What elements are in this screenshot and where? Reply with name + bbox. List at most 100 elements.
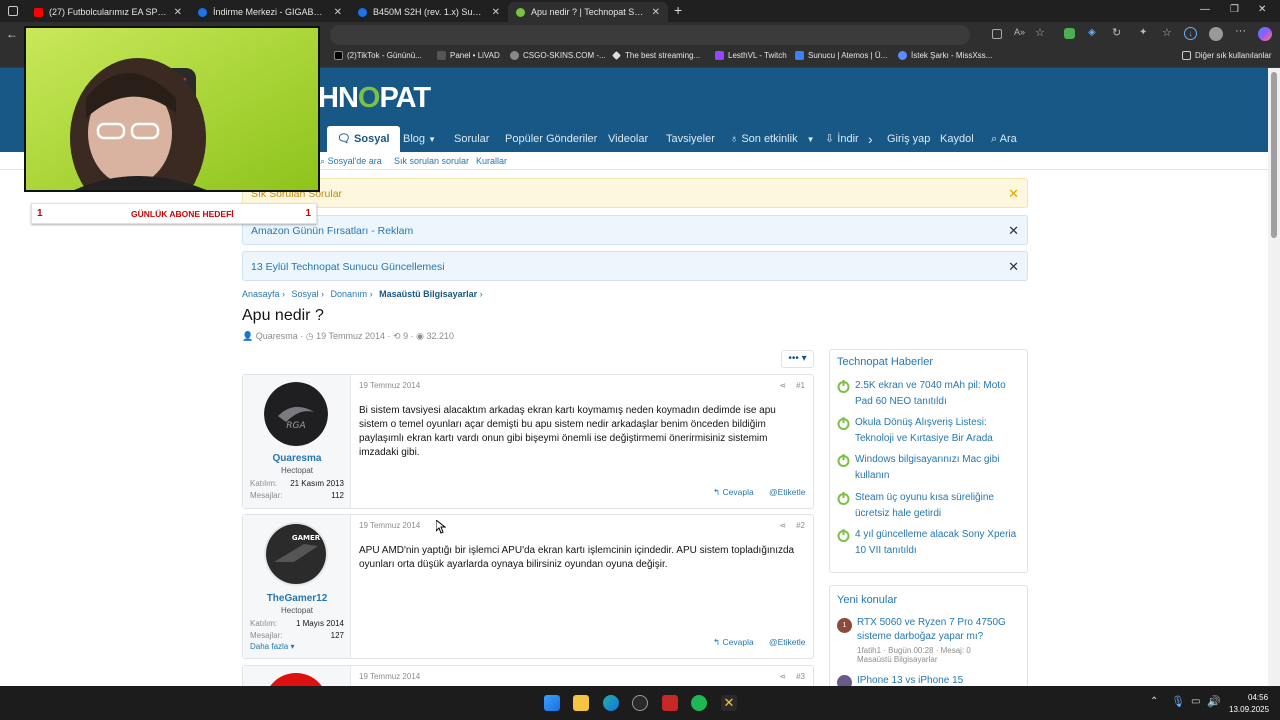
nav-tab-blog[interactable]: Blog ▼	[403, 126, 436, 152]
share-icon[interactable]: ⋖	[779, 381, 786, 390]
breadcrumb-link[interactable]: Sosyal	[292, 289, 319, 299]
url-field[interactable]	[330, 25, 970, 45]
spotify-icon[interactable]	[691, 695, 707, 711]
read-aloud-icon[interactable]: A»	[1014, 27, 1025, 37]
clock-date[interactable]: 13.09.2025	[1229, 705, 1269, 714]
show-more-link[interactable]: Daha fazla ▾	[250, 642, 295, 651]
refresh-icon[interactable]: ↻	[1112, 26, 1121, 39]
login-link[interactable]: Giriş yap	[887, 126, 930, 152]
bookmark-item[interactable]: CSGO-SKINS.COM -...	[510, 51, 606, 60]
bookmark-item[interactable]: Sunucu | Atemos | Ü...	[795, 51, 887, 60]
news-item[interactable]: Windows bilgisayarınızı Mac gibi kullanı…	[837, 452, 1022, 484]
post-date[interactable]: 19 Temmuz 2014	[359, 521, 420, 530]
close-tab-icon[interactable]: ✕	[174, 7, 182, 18]
notice-server-update[interactable]: 13 Eylül Technopat Sunucu Güncellemesi ✕	[242, 251, 1028, 281]
xbox-icon[interactable]: ✕	[721, 695, 737, 711]
subnav-faq-link[interactable]: Sık sorulan sorular	[394, 156, 469, 166]
post-number[interactable]: ⋖ #1	[779, 381, 805, 390]
news-item[interactable]: 2.5K ekran ve 7040 mAh pil: Moto Pad 60 …	[837, 378, 1022, 410]
breadcrumb-link[interactable]: Anasayfa	[242, 289, 280, 299]
windows-start-icon[interactable]	[544, 695, 560, 711]
new-tab-icon[interactable]: +	[674, 2, 682, 18]
collections-icon[interactable]: ☆	[1162, 26, 1172, 39]
bookmark-item[interactable]: İstek Şarkı - MissXss...	[898, 51, 992, 60]
copilot-icon[interactable]	[1258, 27, 1272, 41]
close-icon[interactable]: ✕	[1008, 252, 1019, 282]
profile-avatar-icon[interactable]	[1209, 27, 1223, 41]
post-date[interactable]: 19 Temmuz 2014	[359, 381, 420, 390]
breadcrumb-link[interactable]: Donanım	[331, 289, 368, 299]
news-item[interactable]: Okula Dönüş Alışveriş Listesi: Teknoloji…	[837, 415, 1022, 447]
extension-icon[interactable]	[992, 29, 1002, 39]
thread-author[interactable]: Quaresma	[256, 331, 298, 341]
microphone-icon[interactable]: 🎙	[1171, 695, 1185, 708]
news-item[interactable]: 4 yıl güncelleme alacak Sony Xperia 10 V…	[837, 527, 1022, 559]
file-explorer-icon[interactable]	[573, 695, 589, 711]
tag-button[interactable]: @Etiketle	[769, 637, 806, 647]
close-icon[interactable]: ✕	[1008, 216, 1019, 246]
post-username[interactable]: TheGamer12	[243, 593, 351, 604]
new-threads-title[interactable]: Yeni konular	[837, 594, 897, 606]
thread-tools-button[interactable]: ••• ▾	[781, 350, 814, 368]
news-block-title[interactable]: Technopat Haberler	[837, 356, 933, 368]
close-tab-icon[interactable]: ✕	[652, 7, 660, 18]
more-menu-icon[interactable]: ···	[1235, 25, 1246, 37]
maximize-icon[interactable]: ❐	[1230, 4, 1239, 15]
download-icon[interactable]: ↓	[1184, 27, 1197, 40]
notice-amazon[interactable]: Amazon Günün Fırsatları - Reklam ✕	[242, 215, 1028, 245]
avatar[interactable]: GAMER	[264, 522, 328, 586]
subnav-search-link[interactable]: ⌕ Sosyal'de ara	[320, 156, 382, 167]
network-icon[interactable]: ▭	[1191, 696, 1200, 707]
bookmark-item[interactable]: Panel • LiVAD	[437, 51, 500, 60]
technopat-logo[interactable]: HNOPAT	[318, 82, 431, 115]
post-number[interactable]: ⋖ #3	[779, 672, 805, 681]
nav-tab-videolar[interactable]: Videolar	[608, 126, 648, 152]
browser-tab-2[interactable]: İndirme Merkezi - GIGABYTE ✕	[190, 2, 350, 22]
nav-tab-sosyal[interactable]: 🗨 Sosyal	[327, 126, 400, 152]
post-number[interactable]: ⋖ #2	[779, 521, 805, 530]
page-scrollbar[interactable]	[1268, 68, 1280, 686]
copilot-mini-icon[interactable]: ◈	[1088, 27, 1096, 38]
nav-tab-populer[interactable]: Popüler Gönderiler	[505, 126, 597, 152]
news-item[interactable]: Steam üç oyunu kısa süreliğine ücretsiz …	[837, 490, 1022, 522]
tag-button[interactable]: @Etiketle	[769, 487, 806, 497]
post-date[interactable]: 19 Temmuz 2014	[359, 672, 420, 681]
system-tray-chevron-icon[interactable]: ⌃	[1150, 696, 1158, 707]
nav-tab-tavsiyeler[interactable]: Tavsiyeler	[666, 126, 715, 152]
nav-tab-son-etkinlik[interactable]: ♁ Son etkinlik ▼	[730, 126, 815, 152]
share-icon[interactable]: ⋖	[779, 672, 786, 681]
obs-icon[interactable]	[632, 695, 648, 711]
other-bookmarks[interactable]: Diğer sık kullanılanlar	[1182, 51, 1271, 60]
close-tab-icon[interactable]: ✕	[492, 7, 500, 18]
bookmark-item[interactable]: LesthVL - Twitch	[715, 51, 787, 60]
game-app-icon[interactable]	[662, 695, 678, 711]
subnav-rules-link[interactable]: Kurallar	[476, 156, 507, 166]
thread-item[interactable]: 1 RTX 5060 ve Ryzen 7 Pro 4750G sisteme …	[837, 616, 1022, 664]
browser-tab-4[interactable]: Apu nedir ? | Technopat Sosyal ✕	[508, 2, 668, 22]
browser-tab-3[interactable]: B450M S2H (rev. 1.x) Support | M ✕	[350, 2, 508, 22]
close-icon[interactable]: ✕	[1008, 179, 1019, 209]
scrollbar-thumb[interactable]	[1271, 72, 1277, 238]
register-link[interactable]: Kaydol	[940, 126, 974, 152]
shield-extension-icon[interactable]	[1064, 28, 1075, 39]
reply-button[interactable]: ↰ Cevapla	[713, 637, 754, 648]
close-tab-icon[interactable]: ✕	[334, 7, 342, 18]
puzzle-icon[interactable]: ✦	[1139, 27, 1147, 38]
nav-scroll-right-icon[interactable]: ›	[868, 126, 873, 152]
share-icon[interactable]: ⋖	[779, 521, 786, 530]
edge-browser-icon[interactable]	[603, 695, 619, 711]
minimize-icon[interactable]: —	[1200, 4, 1210, 15]
favorite-star-icon[interactable]: ☆	[1035, 26, 1045, 39]
browser-tab-1[interactable]: (27) Futbolcularımız EA SPORTS F ✕	[26, 2, 190, 22]
bookmark-item[interactable]: (2)TikTok - Gününü...	[334, 51, 422, 60]
close-window-icon[interactable]: ✕	[1258, 4, 1266, 15]
clock-time[interactable]: 04:56	[1248, 693, 1268, 702]
notice-faq[interactable]: Sık Sorulan Sorular ✕	[242, 178, 1028, 208]
search-link[interactable]: ⌕ Ara	[991, 126, 1017, 152]
post-username[interactable]: Quaresma	[243, 453, 351, 464]
volume-icon[interactable]: 🔊	[1207, 695, 1221, 708]
reply-button[interactable]: ↰ Cevapla	[713, 487, 754, 498]
nav-tab-indir[interactable]: ⇩ İndir	[825, 126, 859, 152]
avatar[interactable]: RGA	[264, 382, 328, 446]
bookmark-item[interactable]: The best streaming...	[612, 51, 700, 60]
